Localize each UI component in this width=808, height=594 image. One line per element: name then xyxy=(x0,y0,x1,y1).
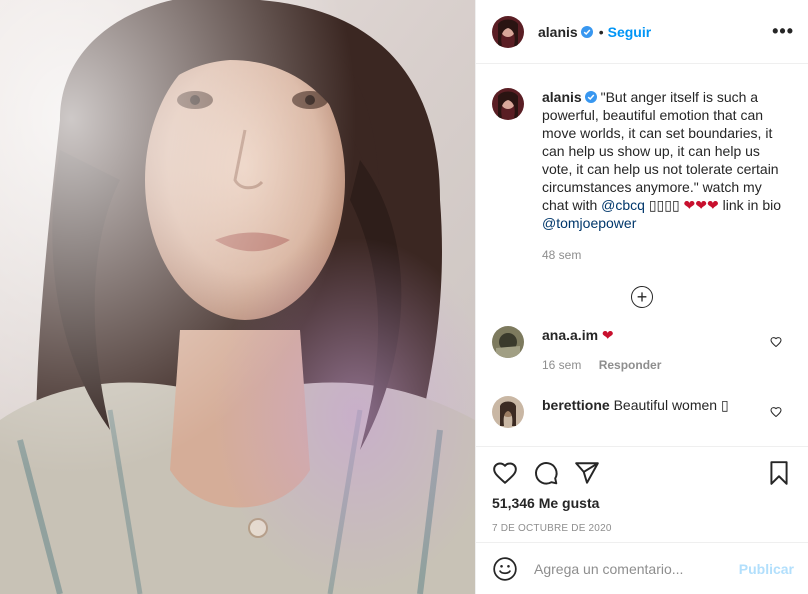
like-count[interactable]: 51,346 Me gusta xyxy=(492,495,792,511)
caption-boxes: ▯▯▯▯ xyxy=(648,197,680,213)
caption-timestamp[interactable]: 48 sem xyxy=(542,246,788,264)
like-heart-icon[interactable] xyxy=(492,460,518,486)
post-date[interactable]: 7 DE OCTUBRE DE 2020 xyxy=(492,523,792,534)
caption-body: alanis "But anger itself is such a power… xyxy=(542,88,788,264)
follow-button[interactable]: Seguir xyxy=(608,24,652,40)
separator-dot: • xyxy=(598,23,604,40)
publish-button[interactable]: Publicar xyxy=(739,561,794,577)
comment-input[interactable] xyxy=(532,559,739,578)
post-side-panel: alanis • Seguir ••• alanis "But anger it… xyxy=(475,0,808,594)
comment-avatar[interactable] xyxy=(492,396,524,428)
instagram-post-modal: alanis • Seguir ••• alanis "But anger it… xyxy=(0,0,808,594)
comment-body: berettione Beautiful women ▯ xyxy=(542,396,762,428)
save-bookmark-icon[interactable] xyxy=(766,460,792,486)
comment-meta: 16 sem Responder xyxy=(542,356,762,374)
action-icons xyxy=(492,447,792,497)
comments-scroll-area[interactable]: alanis "But anger itself is such a power… xyxy=(476,64,808,446)
caption-username[interactable]: alanis xyxy=(542,89,582,105)
comment-text: ❤ xyxy=(601,327,614,343)
verified-badge-icon xyxy=(584,91,597,103)
comment-body: ana.a.im ❤ 16 sem Responder xyxy=(542,326,762,396)
caption-text: "But anger itself is such a powerful, be… xyxy=(542,89,779,213)
comment-avatar[interactable] xyxy=(492,326,524,358)
caption-avatar[interactable] xyxy=(492,88,524,120)
post-photo[interactable] xyxy=(0,0,475,594)
emoji-smiley-icon[interactable] xyxy=(492,556,518,582)
comment-item: ana.a.im ❤ 16 sem Responder xyxy=(492,326,792,396)
reply-button[interactable]: Responder xyxy=(599,358,662,372)
add-comment-bar: Publicar xyxy=(476,542,808,594)
post-caption: alanis "But anger itself is such a power… xyxy=(492,64,792,264)
verified-badge-icon xyxy=(580,25,593,38)
mention-link[interactable]: @tomjoepower xyxy=(542,215,636,231)
hearts-emoji: ❤❤❤ xyxy=(683,197,719,213)
plus-circle-icon[interactable]: + xyxy=(631,286,653,308)
comment-time[interactable]: 16 sem xyxy=(542,358,581,372)
post-actions: 51,346 Me gusta 7 DE OCTUBRE DE 2020 xyxy=(476,446,808,542)
comment-text: Beautiful women ▯ xyxy=(613,397,729,413)
comment-like-heart-icon[interactable] xyxy=(770,336,782,348)
comment-bubble-icon[interactable] xyxy=(533,460,559,486)
share-send-icon[interactable] xyxy=(574,460,600,486)
comment-username[interactable]: berettione xyxy=(542,397,610,413)
post-header: alanis • Seguir ••• xyxy=(476,0,808,64)
comment-like-heart-icon[interactable] xyxy=(770,406,782,418)
comment-username[interactable]: ana.a.im xyxy=(542,327,598,343)
post-image xyxy=(0,0,475,594)
comment-item: berettione Beautiful women ▯ xyxy=(492,396,792,428)
avatar[interactable] xyxy=(492,15,524,48)
header-username[interactable]: alanis xyxy=(538,24,578,40)
more-options-icon[interactable]: ••• xyxy=(772,21,794,42)
mention-link[interactable]: @cbcq xyxy=(601,197,645,213)
load-more-comments[interactable]: + xyxy=(492,286,792,308)
caption-text-after: link in bio xyxy=(718,197,782,213)
